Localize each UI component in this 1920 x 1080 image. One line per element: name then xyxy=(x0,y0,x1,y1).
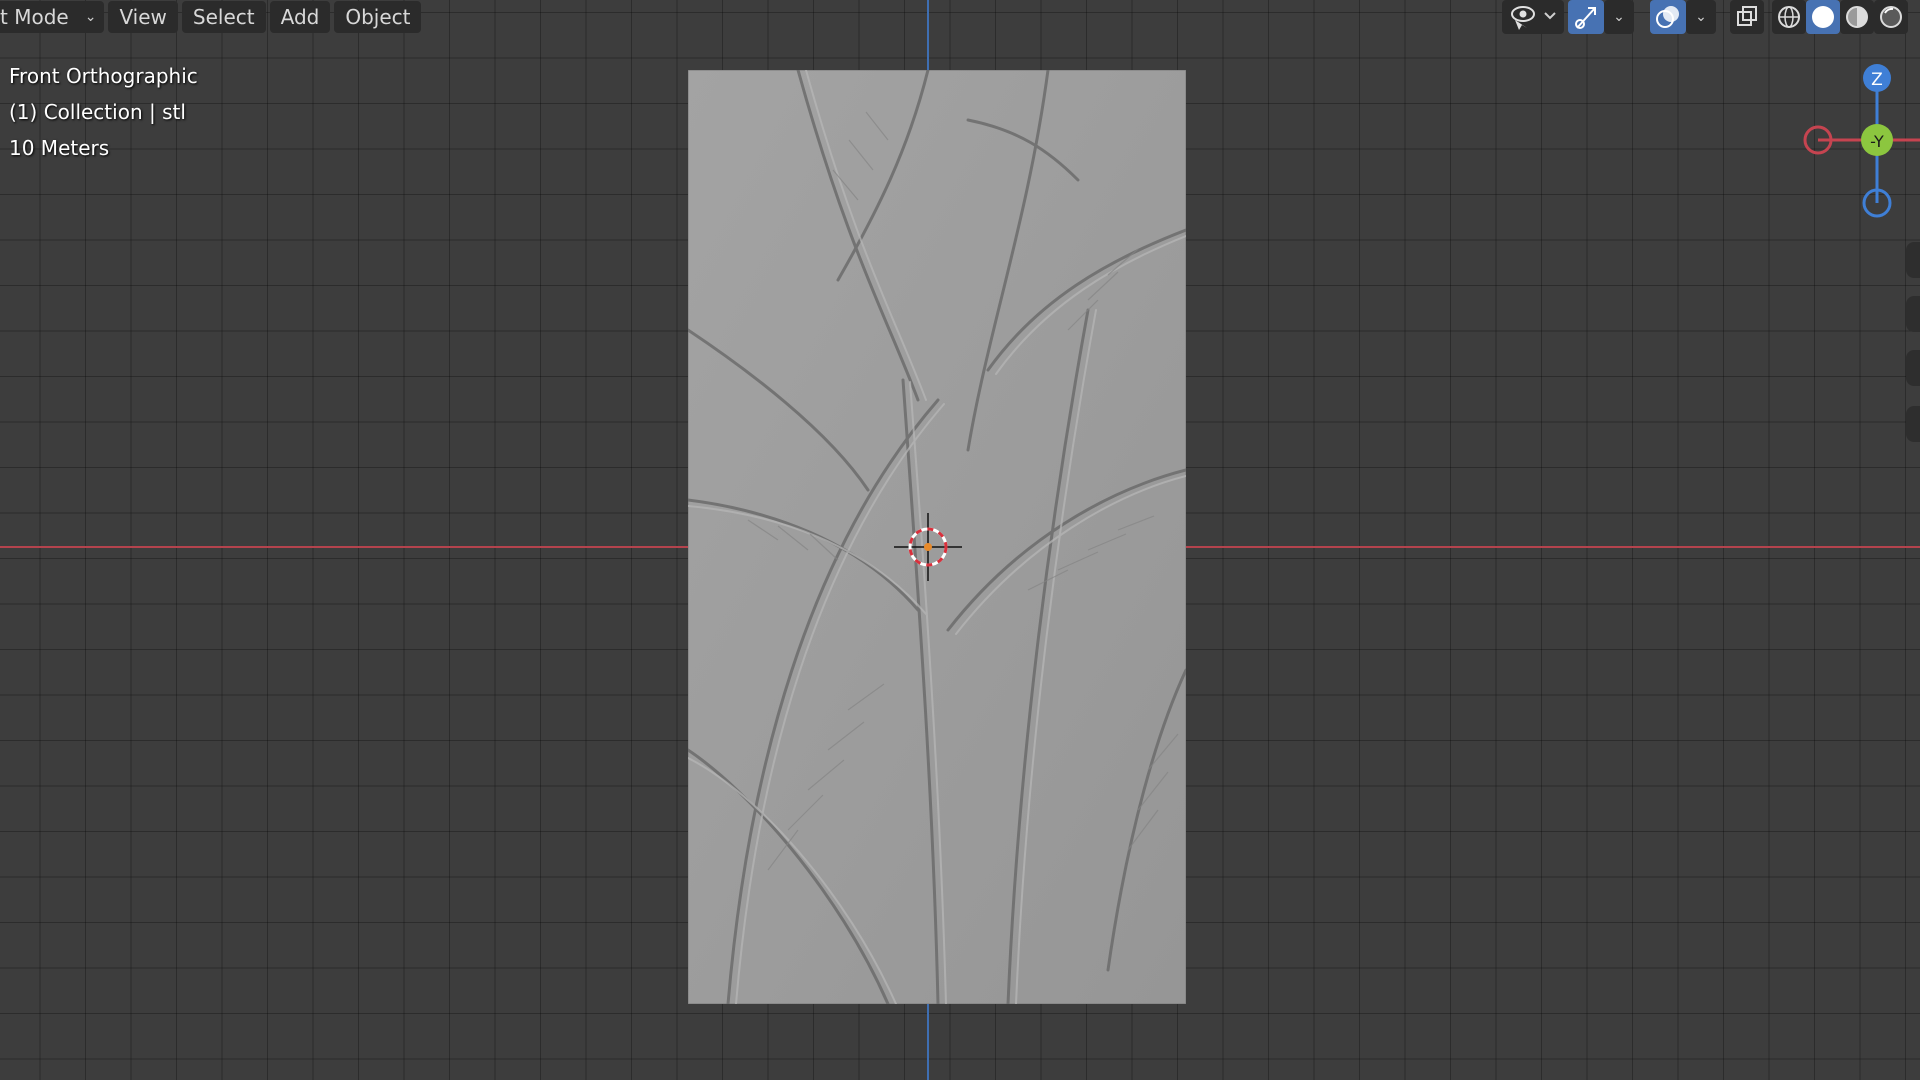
solid-shading-button[interactable] xyxy=(1806,0,1840,34)
navigation-gizmo[interactable]: Z -Y xyxy=(1788,55,1920,225)
chevron-down-icon: ⌄ xyxy=(84,9,97,25)
gizmo-toggle[interactable] xyxy=(1568,0,1604,34)
visibility-eye-icon xyxy=(1511,6,1556,30)
mode-select[interactable]: t Mode ⌄ xyxy=(0,1,105,33)
material-shading-button[interactable] xyxy=(1840,0,1874,34)
chevron-down-icon: ⌄ xyxy=(1695,9,1707,25)
pan-hand-icon[interactable] xyxy=(1906,296,1920,332)
overlay-icon xyxy=(1656,6,1679,28)
wireframe-shading-icon xyxy=(1778,6,1800,28)
xray-toggle[interactable] xyxy=(1730,0,1764,34)
mode-select-label: t Mode xyxy=(0,5,69,29)
solid-shading-icon xyxy=(1812,6,1834,28)
menu-view[interactable]: View xyxy=(108,1,178,33)
toggle-perspective-icon[interactable] xyxy=(1906,406,1920,442)
menu-select[interactable]: Select xyxy=(181,1,266,33)
collection-label: (1) Collection | stl xyxy=(9,100,186,124)
gizmo-y-label: -Y xyxy=(1870,132,1884,151)
gizmo-dropdown[interactable]: ⌄ xyxy=(1604,0,1634,34)
scale-label: 10 Meters xyxy=(9,136,110,160)
gizmo-z-label: Z xyxy=(1871,70,1883,90)
material-shading-icon xyxy=(1846,6,1868,28)
viewport-info-overlay: Front Orthographic (1) Collection | stl … xyxy=(9,58,198,166)
gizmo-icon xyxy=(1575,7,1596,29)
chevron-down-icon: ⌄ xyxy=(1613,9,1625,25)
xray-icon xyxy=(1737,6,1757,26)
viewport-header: t Mode ⌄ View Select Add Object xyxy=(0,0,425,34)
visibility-button[interactable] xyxy=(1502,0,1564,34)
viewport-header-tools: ⌄ ⌄ xyxy=(1490,0,1920,34)
overlay-dropdown[interactable]: ⌄ xyxy=(1686,0,1716,34)
rendered-shading-icon xyxy=(1880,6,1902,28)
menu-object[interactable]: Object xyxy=(334,1,422,33)
view-name: Front Orthographic xyxy=(9,64,198,88)
wireframe-shading-button[interactable] xyxy=(1772,0,1806,34)
camera-view-icon[interactable] xyxy=(1906,350,1920,386)
overlay-toggle[interactable] xyxy=(1650,0,1686,34)
3d-cursor-icon[interactable] xyxy=(888,507,968,587)
3d-viewport[interactable] xyxy=(0,0,1920,1080)
menu-add[interactable]: Add xyxy=(269,1,331,33)
zoom-icon[interactable] xyxy=(1906,242,1920,278)
rendered-shading-button[interactable] xyxy=(1874,0,1908,34)
